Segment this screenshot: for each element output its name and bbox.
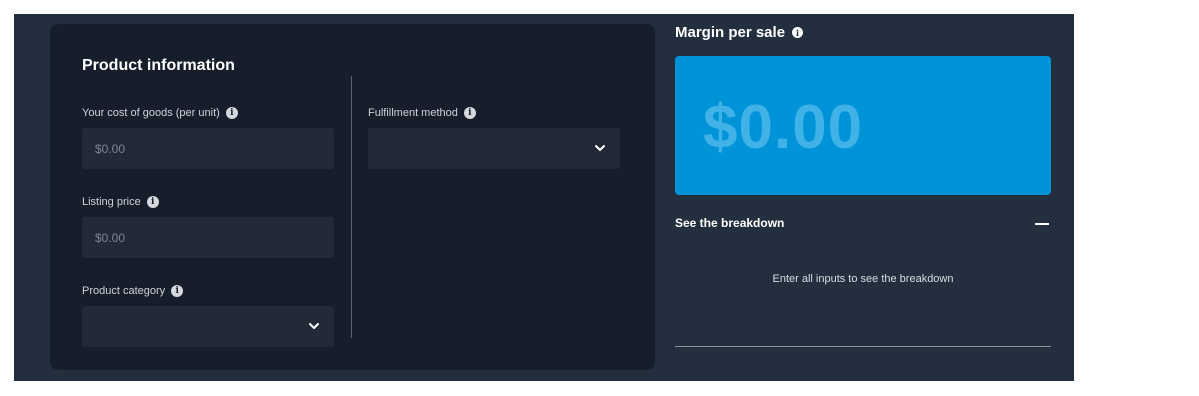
category-label: Product category	[82, 285, 166, 297]
breakdown-toggle-label[interactable]: See the breakdown	[675, 216, 784, 230]
margin-calculator: Product information Your cost of goods (…	[14, 14, 1074, 381]
cost-label-row: Your cost of goods (per unit) i	[82, 107, 238, 119]
fulfillment-label: Fulfillment method	[368, 107, 458, 119]
breakdown-message: Enter all inputs to see the breakdown	[772, 273, 954, 285]
product-information-panel: Product information Your cost of goods (…	[50, 24, 655, 370]
listing-label: Listing price	[82, 196, 141, 208]
margin-value: $0.00	[703, 93, 864, 162]
listing-placeholder: $0.00	[95, 230, 126, 245]
breakdown-divider	[675, 346, 1051, 347]
minus-icon[interactable]	[1035, 223, 1049, 225]
panel-title: Product information	[82, 57, 235, 74]
info-icon[interactable]: i	[463, 107, 476, 119]
chevron-down-icon	[595, 145, 605, 151]
info-icon[interactable]: i	[171, 285, 184, 297]
info-icon[interactable]: i	[792, 27, 804, 38]
cost-label: Your cost of goods (per unit)	[82, 107, 220, 119]
listing-label-row: Listing price i	[82, 196, 159, 208]
cost-placeholder: $0.00	[95, 141, 126, 156]
product-category-select[interactable]	[82, 306, 334, 347]
margin-title: Margin per sale	[675, 24, 786, 41]
fulfillment-label-row: Fulfillment method i	[368, 107, 476, 119]
category-label-row: Product category i	[82, 285, 184, 297]
margin-display: $0.00	[675, 56, 1051, 195]
margin-title-row: Margin per sale i	[675, 24, 804, 41]
listing-price-input[interactable]: $0.00	[82, 217, 334, 258]
info-icon[interactable]: i	[225, 107, 238, 119]
cost-input[interactable]: $0.00	[82, 128, 334, 169]
chevron-down-icon	[309, 323, 319, 329]
fulfillment-method-select[interactable]	[368, 128, 620, 169]
column-divider	[351, 76, 352, 338]
info-icon[interactable]: i	[146, 196, 159, 208]
